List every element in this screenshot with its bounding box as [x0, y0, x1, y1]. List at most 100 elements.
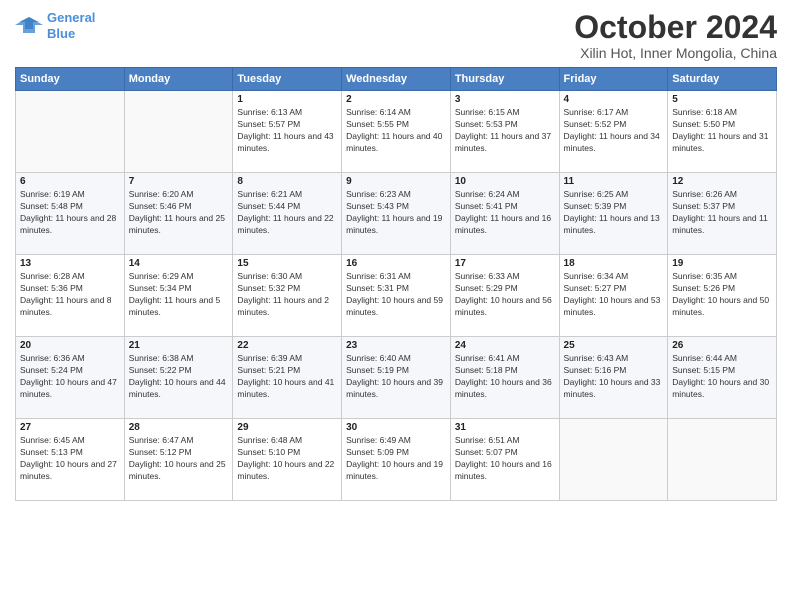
calendar-cell: 18Sunrise: 6:34 AM Sunset: 5:27 PM Dayli…: [559, 255, 668, 337]
calendar-cell: 14 Sunrise: 6:29 AM Sunset: 5:34 PM Dayli…: [124, 255, 233, 337]
day-info: Sunrise: 6:25 AM Sunset: 5:39 PM Dayligh…: [564, 189, 664, 237]
day-number: 4: [564, 94, 664, 105]
day-info: Sunrise: 6:38 AM Sunset: 5:22 PM Dayligh…: [129, 353, 229, 401]
day-number: 11: [564, 176, 664, 187]
day-number: 9: [346, 176, 446, 187]
day-info: Sunrise: 6:24 AM Sunset: 5:41 PM Dayligh…: [455, 189, 555, 237]
day-number: 31: [455, 422, 555, 433]
logo-line1: General: [47, 10, 95, 25]
calendar-cell: 29 Sunrise: 6:48 AM Sunset: 5:10 PM Dayli…: [233, 419, 342, 501]
month-title: October 2024: [574, 10, 777, 45]
logo: General Blue: [15, 10, 95, 41]
calendar-week-4: 20 Sunrise: 6:36 AM Sunset: 5:24 PM Dayli…: [16, 337, 777, 419]
day-info: Sunrise: 6:41 AM Sunset: 5:18 PM Dayligh…: [455, 353, 555, 401]
page: General Blue October 2024 Xilin Hot, Inn…: [0, 0, 792, 612]
calendar-cell: 25 Sunrise: 6:43 AM Sunset: 5:16 PM Dayli…: [559, 337, 668, 419]
calendar-cell: [559, 419, 668, 501]
day-info: Sunrise: 6:30 AM Sunset: 5:32 PM Dayligh…: [237, 271, 337, 319]
calendar-cell: 15 Sunrise: 6:30 AM Sunset: 5:32 PM Dayli…: [233, 255, 342, 337]
day-number: 23: [346, 340, 446, 351]
day-number: 8: [237, 176, 337, 187]
day-info: Sunrise: 6:49 AM Sunset: 5:09 PM Dayligh…: [346, 435, 446, 483]
day-number: 19: [672, 258, 772, 269]
calendar-cell: [16, 91, 125, 173]
calendar-cell: 20 Sunrise: 6:36 AM Sunset: 5:24 PM Dayli…: [16, 337, 125, 419]
day-info: Sunrise: 6:29 AM Sunset: 5:34 PM Dayligh…: [129, 271, 229, 319]
calendar-week-5: 27 Sunrise: 6:45 AM Sunset: 5:13 PM Dayli…: [16, 419, 777, 501]
calendar-cell: 10 Sunrise: 6:24 AM Sunset: 5:41 PM Dayli…: [450, 173, 559, 255]
day-info: Sunrise: 6:17 AM Sunset: 5:52 PM Dayligh…: [564, 107, 664, 155]
day-info: Sunrise: 6:23 AM Sunset: 5:43 PM Dayligh…: [346, 189, 446, 237]
location: Xilin Hot, Inner Mongolia, China: [574, 45, 777, 61]
calendar-cell: 26 Sunrise: 6:44 AM Sunset: 5:15 PM Dayli…: [668, 337, 777, 419]
day-number: 20: [20, 340, 120, 351]
calendar-cell: 21Sunrise: 6:38 AM Sunset: 5:22 PM Dayli…: [124, 337, 233, 419]
day-number: 14: [129, 258, 229, 269]
header-monday: Monday: [124, 68, 233, 91]
day-number: 17: [455, 258, 555, 269]
header-friday: Friday: [559, 68, 668, 91]
day-info: Sunrise: 6:20 AM Sunset: 5:46 PM Dayligh…: [129, 189, 229, 237]
calendar-table: Sunday Monday Tuesday Wednesday Thursday…: [15, 67, 777, 501]
day-number: 12: [672, 176, 772, 187]
calendar-cell: 1 Sunrise: 6:13 AM Sunset: 5:57 PM Daylig…: [233, 91, 342, 173]
calendar-cell: 2 Sunrise: 6:14 AM Sunset: 5:55 PM Daylig…: [342, 91, 451, 173]
calendar-cell: 7 Sunrise: 6:20 AM Sunset: 5:46 PM Daylig…: [124, 173, 233, 255]
day-info: Sunrise: 6:14 AM Sunset: 5:55 PM Dayligh…: [346, 107, 446, 155]
calendar-cell: 28Sunrise: 6:47 AM Sunset: 5:12 PM Dayli…: [124, 419, 233, 501]
day-number: 24: [455, 340, 555, 351]
day-number: 25: [564, 340, 664, 351]
day-info: Sunrise: 6:21 AM Sunset: 5:44 PM Dayligh…: [237, 189, 337, 237]
day-info: Sunrise: 6:43 AM Sunset: 5:16 PM Dayligh…: [564, 353, 664, 401]
calendar-cell: 30Sunrise: 6:49 AM Sunset: 5:09 PM Dayli…: [342, 419, 451, 501]
day-number: 27: [20, 422, 120, 433]
day-number: 2: [346, 94, 446, 105]
day-info: Sunrise: 6:48 AM Sunset: 5:10 PM Dayligh…: [237, 435, 337, 483]
day-info: Sunrise: 6:26 AM Sunset: 5:37 PM Dayligh…: [672, 189, 772, 237]
day-number: 29: [237, 422, 337, 433]
day-info: Sunrise: 6:40 AM Sunset: 5:19 PM Dayligh…: [346, 353, 446, 401]
day-number: 26: [672, 340, 772, 351]
calendar-cell: 31 Sunrise: 6:51 AM Sunset: 5:07 PM Dayli…: [450, 419, 559, 501]
day-number: 16: [346, 258, 446, 269]
calendar-cell: [124, 91, 233, 173]
day-info: Sunrise: 6:33 AM Sunset: 5:29 PM Dayligh…: [455, 271, 555, 319]
calendar-cell: 16 Sunrise: 6:31 AM Sunset: 5:31 PM Dayli…: [342, 255, 451, 337]
header: General Blue October 2024 Xilin Hot, Inn…: [15, 10, 777, 61]
calendar-cell: 8 Sunrise: 6:21 AM Sunset: 5:44 PM Daylig…: [233, 173, 342, 255]
calendar-cell: 12 Sunrise: 6:26 AM Sunset: 5:37 PM Dayli…: [668, 173, 777, 255]
day-number: 15: [237, 258, 337, 269]
day-info: Sunrise: 6:45 AM Sunset: 5:13 PM Dayligh…: [20, 435, 120, 483]
header-tuesday: Tuesday: [233, 68, 342, 91]
day-info: Sunrise: 6:35 AM Sunset: 5:26 PM Dayligh…: [672, 271, 772, 319]
calendar-cell: 24 Sunrise: 6:41 AM Sunset: 5:18 PM Dayli…: [450, 337, 559, 419]
calendar-cell: 6 Sunrise: 6:19 AM Sunset: 5:48 PM Daylig…: [16, 173, 125, 255]
day-number: 6: [20, 176, 120, 187]
day-info: Sunrise: 6:13 AM Sunset: 5:57 PM Dayligh…: [237, 107, 337, 155]
logo-line2: Blue: [47, 26, 75, 41]
day-info: Sunrise: 6:39 AM Sunset: 5:21 PM Dayligh…: [237, 353, 337, 401]
calendar-cell: 22Sunrise: 6:39 AM Sunset: 5:21 PM Dayli…: [233, 337, 342, 419]
day-number: 1: [237, 94, 337, 105]
day-info: Sunrise: 6:19 AM Sunset: 5:48 PM Dayligh…: [20, 189, 120, 237]
day-number: 5: [672, 94, 772, 105]
header-saturday: Saturday: [668, 68, 777, 91]
day-info: Sunrise: 6:31 AM Sunset: 5:31 PM Dayligh…: [346, 271, 446, 319]
day-info: Sunrise: 6:51 AM Sunset: 5:07 PM Dayligh…: [455, 435, 555, 483]
day-number: 10: [455, 176, 555, 187]
day-info: Sunrise: 6:36 AM Sunset: 5:24 PM Dayligh…: [20, 353, 120, 401]
day-info: Sunrise: 6:18 AM Sunset: 5:50 PM Dayligh…: [672, 107, 772, 155]
day-info: Sunrise: 6:44 AM Sunset: 5:15 PM Dayligh…: [672, 353, 772, 401]
logo-text: General Blue: [47, 10, 95, 41]
calendar-cell: 4 Sunrise: 6:17 AM Sunset: 5:52 PM Daylig…: [559, 91, 668, 173]
day-number: 7: [129, 176, 229, 187]
calendar-cell: 27 Sunrise: 6:45 AM Sunset: 5:13 PM Dayli…: [16, 419, 125, 501]
calendar-cell: 3Sunrise: 6:15 AM Sunset: 5:53 PM Daylig…: [450, 91, 559, 173]
header-sunday: Sunday: [16, 68, 125, 91]
calendar-cell: 9 Sunrise: 6:23 AM Sunset: 5:43 PM Daylig…: [342, 173, 451, 255]
calendar-week-1: 1 Sunrise: 6:13 AM Sunset: 5:57 PM Daylig…: [16, 91, 777, 173]
day-number: 13: [20, 258, 120, 269]
calendar-cell: [668, 419, 777, 501]
calendar-cell: 13Sunrise: 6:28 AM Sunset: 5:36 PM Dayli…: [16, 255, 125, 337]
calendar-cell: 19 Sunrise: 6:35 AM Sunset: 5:26 PM Dayli…: [668, 255, 777, 337]
